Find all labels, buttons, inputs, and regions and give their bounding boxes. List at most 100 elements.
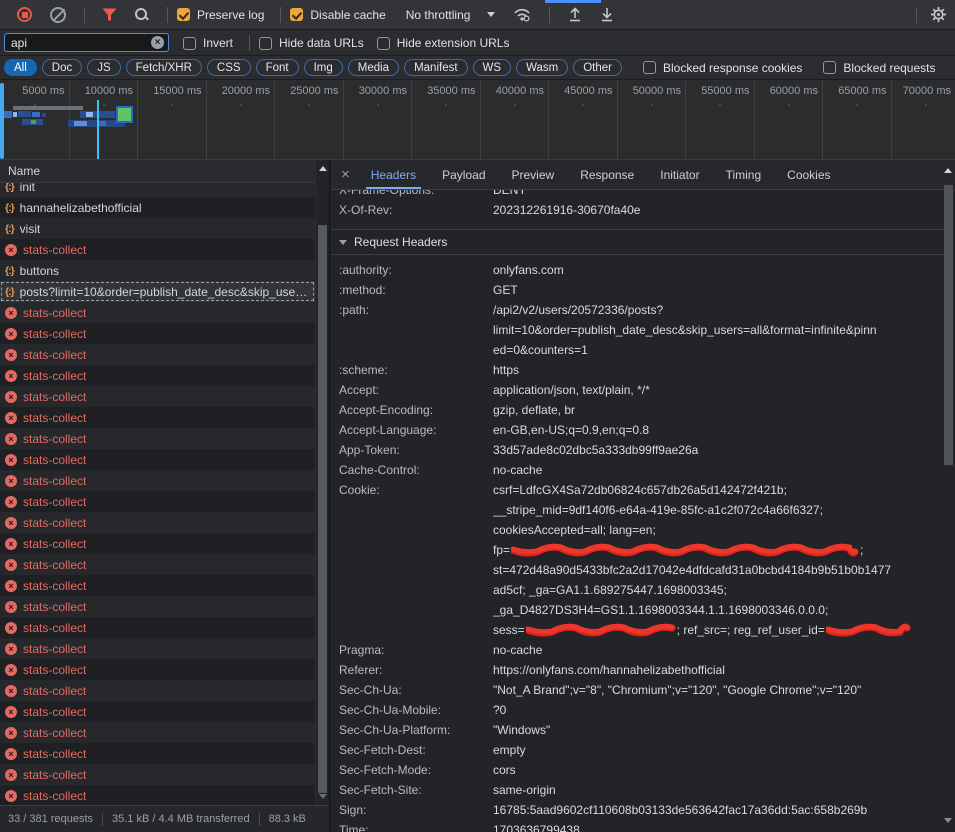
request-row[interactable]: ×stats-collect [0, 302, 315, 323]
header-name: Accept-Encoding: [331, 400, 493, 420]
tab-preview[interactable]: Preview [507, 160, 560, 189]
request-row[interactable]: {:}visit [0, 218, 315, 239]
invert-checkbox[interactable]: Invert [183, 36, 240, 50]
name-column-header[interactable]: Name [0, 160, 329, 183]
request-row[interactable]: ×stats-collect [0, 449, 315, 470]
preserve-log-checkbox[interactable]: Preserve log [177, 8, 271, 22]
request-name: stats-collect [23, 243, 86, 257]
timeline-tick-label: 15000 ms [153, 85, 201, 97]
clear-button[interactable] [41, 7, 75, 23]
filter-pill-wasm[interactable]: Wasm [516, 59, 568, 76]
request-row[interactable]: ×stats-collect [0, 554, 315, 575]
detail-scroll-up-arrow[interactable] [944, 168, 952, 173]
hide-extension-urls-checkbox[interactable]: Hide extension URLs [377, 36, 517, 50]
error-icon: × [5, 580, 17, 592]
request-row[interactable]: ×stats-collect [0, 701, 315, 722]
request-row[interactable]: ×stats-collect [0, 659, 315, 680]
throttling-dropdown[interactable]: No throttling [399, 8, 506, 22]
tab-cookies[interactable]: Cookies [782, 160, 835, 189]
request-row[interactable]: ×stats-collect [0, 491, 315, 512]
request-row[interactable]: ×stats-collect [0, 407, 315, 428]
network-conditions-button[interactable] [505, 7, 540, 22]
import-har-button[interactable] [559, 7, 591, 22]
selected-request-marker [118, 108, 131, 121]
header-value-line: same-origin [493, 780, 945, 800]
request-list-scrollbar[interactable] [315, 160, 329, 805]
overview-selection-grip[interactable] [0, 83, 4, 159]
detail-scrollbar-thumb[interactable] [944, 185, 953, 465]
timeline-gridline [822, 80, 823, 159]
filter-pill-other[interactable]: Other [573, 59, 622, 76]
request-row[interactable]: ×stats-collect [0, 785, 315, 805]
tab-initiator[interactable]: Initiator [655, 160, 704, 189]
request-row[interactable]: ×stats-collect [0, 344, 315, 365]
hide-data-urls-checkbox[interactable]: Hide data URLs [259, 36, 371, 50]
filter-pill-doc[interactable]: Doc [42, 59, 82, 76]
filter-pill-all[interactable]: All [4, 59, 37, 76]
redaction-scribble [511, 542, 859, 558]
scrollbar-thumb[interactable] [318, 225, 327, 793]
request-row[interactable]: ×stats-collect [0, 512, 315, 533]
request-row[interactable]: ×stats-collect [0, 323, 315, 344]
tab-payload[interactable]: Payload [437, 160, 490, 189]
request-row[interactable]: ×stats-collect [0, 680, 315, 701]
error-icon: × [5, 307, 17, 319]
timeline-faint-dot [925, 104, 927, 106]
header-name: Sec-Ch-Ua-Platform: [331, 720, 493, 740]
tab-headers[interactable]: Headers [366, 160, 421, 189]
filter-toggle-button[interactable] [94, 8, 125, 21]
request-row[interactable]: ×stats-collect [0, 575, 315, 596]
filter-input[interactable] [4, 33, 169, 52]
filter-pill-ws[interactable]: WS [473, 59, 512, 76]
timeline-gridline [548, 80, 549, 159]
request-row[interactable]: ×stats-collect [0, 386, 315, 407]
request-row[interactable]: ×stats-collect [0, 764, 315, 785]
filter-pill-js[interactable]: JS [87, 59, 120, 76]
request-row[interactable]: ×stats-collect [0, 638, 315, 659]
request-row[interactable]: ×stats-collect [0, 470, 315, 491]
blocked-response-cookies-checkbox[interactable]: Blocked response cookies [643, 61, 809, 75]
scroll-down-arrow[interactable] [319, 794, 327, 799]
request-row[interactable]: ×stats-collect [0, 743, 315, 764]
request-row[interactable]: ×stats-collect [0, 428, 315, 449]
header-value: 202312261916-30670fa40e [493, 200, 945, 220]
request-row[interactable]: {:}posts?limit=10&order=publish_date_des… [0, 281, 315, 302]
request-row[interactable]: {:}hannahelizabethofficial [0, 197, 315, 218]
filter-pill-manifest[interactable]: Manifest [404, 59, 467, 76]
error-icon: × [5, 454, 17, 466]
request-row[interactable]: ×stats-collect [0, 617, 315, 638]
request-row[interactable]: ×stats-collect [0, 722, 315, 743]
timeline-faint-dot [103, 104, 105, 106]
request-row[interactable]: {:}buttons [0, 260, 315, 281]
record-button[interactable] [8, 7, 41, 22]
error-icon: × [5, 349, 17, 361]
header-value: /api2/v2/users/20572336/posts?limit=10&o… [493, 300, 945, 360]
filter-pill-img[interactable]: Img [304, 59, 343, 76]
disable-cache-checkbox[interactable]: Disable cache [290, 8, 392, 22]
export-har-button[interactable] [591, 7, 623, 22]
filter-pill-fetch-xhr[interactable]: Fetch/XHR [126, 59, 202, 76]
clear-filter-icon[interactable]: × [151, 36, 164, 49]
request-name: stats-collect [23, 621, 86, 635]
request-row[interactable]: ×stats-collect [0, 239, 315, 260]
search-button[interactable] [125, 7, 158, 22]
request-row[interactable]: ×stats-collect [0, 596, 315, 617]
filter-pill-font[interactable]: Font [256, 59, 299, 76]
detail-scroll-down-arrow[interactable] [944, 818, 952, 823]
request-headers-section-header[interactable]: Request Headers [331, 229, 945, 255]
request-row[interactable]: {:}init [0, 183, 315, 197]
tab-response[interactable]: Response [575, 160, 639, 189]
filter-pill-css[interactable]: CSS [207, 59, 251, 76]
timeline-overview[interactable]: 5000 ms10000 ms15000 ms20000 ms25000 ms3… [0, 80, 955, 160]
network-conditions-icon [513, 7, 532, 22]
request-row[interactable]: ×stats-collect [0, 533, 315, 554]
blocked-requests-checkbox[interactable]: Blocked requests [823, 61, 942, 75]
request-row[interactable]: ×stats-collect [0, 365, 315, 386]
close-icon[interactable]: × [341, 160, 350, 190]
filter-pill-media[interactable]: Media [348, 59, 399, 76]
scroll-up-arrow[interactable] [319, 166, 327, 171]
tab-timing[interactable]: Timing [721, 160, 767, 189]
resources-size: 88.3 kB [269, 813, 306, 825]
timeline-faint-dot [171, 104, 173, 106]
settings-button[interactable] [930, 6, 947, 23]
